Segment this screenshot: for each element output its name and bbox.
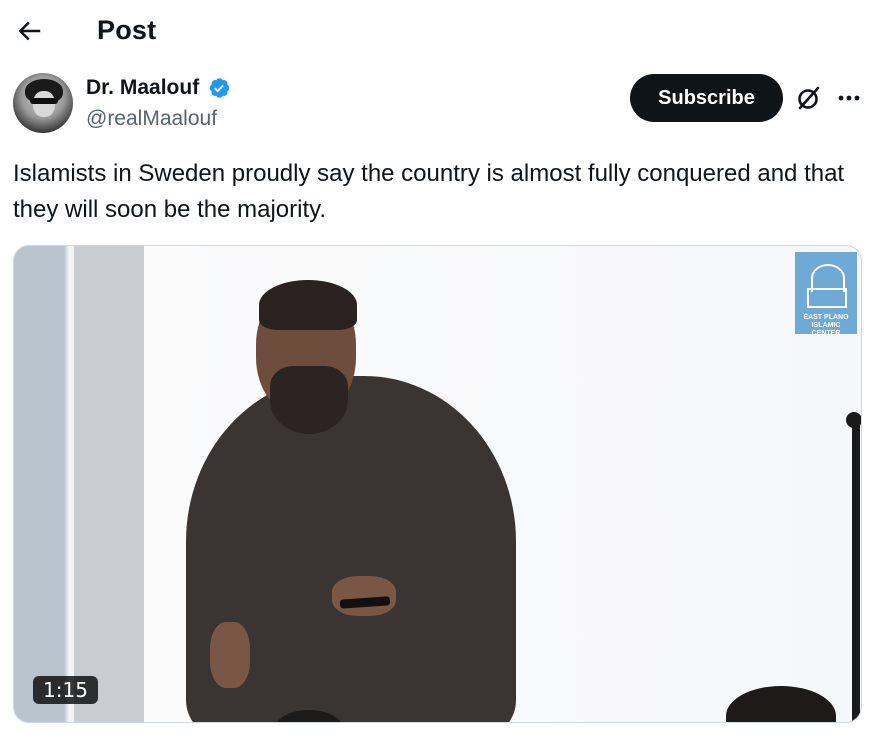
grok-icon[interactable]	[795, 84, 823, 112]
author-handle[interactable]: @realMaalouf	[86, 107, 217, 131]
avatar[interactable]	[13, 73, 73, 133]
back-arrow-icon[interactable]	[14, 16, 44, 46]
avatar-glasses	[30, 98, 58, 104]
tweet-text: Islamists in Sweden proudly say the coun…	[13, 160, 845, 223]
top-bar: Post	[0, 0, 882, 64]
author-name-row[interactable]: Dr. Maalouf	[86, 76, 231, 100]
watermark-text: EAST PLANO ISLAMIC CENTER	[803, 314, 849, 337]
speaker-beard	[270, 366, 348, 434]
mic-stand	[852, 416, 860, 722]
speaker-hand-left	[210, 622, 250, 688]
avatar-face	[33, 91, 55, 117]
video-player[interactable]: EAST PLANO ISLAMIC CENTER 1:15	[13, 245, 862, 723]
watermark-building	[807, 288, 847, 308]
page-title: Post	[97, 15, 157, 45]
channel-watermark-logo: EAST PLANO ISLAMIC CENTER	[795, 252, 857, 337]
speaker-hair	[259, 280, 357, 330]
author-name[interactable]: Dr. Maalouf	[86, 76, 199, 100]
subscribe-button[interactable]: Subscribe	[630, 74, 783, 122]
more-horizontal-icon[interactable]	[836, 84, 862, 112]
verified-badge-icon	[209, 78, 230, 98]
video-duration-badge: 1:15	[33, 676, 98, 704]
